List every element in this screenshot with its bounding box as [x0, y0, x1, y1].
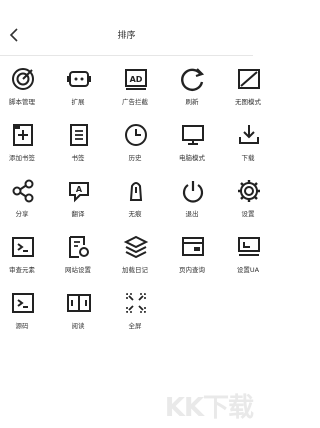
- incognito-icon: [123, 178, 149, 204]
- refresh-icon: [180, 66, 206, 92]
- inspect-element-icon: [10, 234, 36, 260]
- menu-item-label: 无痕: [128, 210, 142, 218]
- bookmark-icon: [66, 122, 92, 148]
- menu-item-label: 广告拦截: [122, 98, 148, 106]
- menu-item-label: 历史: [128, 154, 142, 162]
- menu-item-load-log[interactable]: 加载日记: [113, 234, 157, 278]
- menu-item-label: 审查元素: [9, 266, 35, 274]
- menu-item-site-settings[interactable]: 网站设置: [56, 234, 100, 278]
- menu-item-label: 无图模式: [235, 98, 261, 106]
- menu-item-label: 电脑模式: [179, 154, 205, 162]
- menu-item-no-image[interactable]: 无图模式: [226, 66, 270, 110]
- menu-item-label: 翻译: [71, 210, 85, 218]
- ad-block-icon: AD: [123, 66, 149, 92]
- site-settings-icon: [66, 234, 92, 260]
- menu-item-label: 刷新: [185, 98, 199, 106]
- menu-item-download[interactable]: 下载: [226, 122, 270, 166]
- menu-item-inspect-element[interactable]: 审查元素: [0, 234, 44, 278]
- page-title: 排序: [117, 31, 136, 41]
- menu-item-label: 全屏: [128, 322, 142, 330]
- menu-item-ad-block[interactable]: AD 广告拦截: [113, 66, 157, 110]
- menu-item-add-bookmark[interactable]: 添加书签: [0, 122, 44, 166]
- menu-item-label: 退出: [185, 210, 199, 218]
- menu-item-bookmarks[interactable]: 书签: [56, 122, 100, 166]
- find-in-page-icon: [180, 234, 206, 260]
- svg-text:AD: AD: [130, 75, 143, 84]
- menu-item-desktop-mode[interactable]: 电脑模式: [170, 122, 214, 166]
- menu-item-label: 添加书签: [9, 154, 35, 162]
- load-log-icon: [123, 234, 149, 260]
- reader-mode-icon: [66, 290, 92, 316]
- menu-item-label: 设置: [241, 210, 255, 218]
- menu-item-label: 设置UA: [236, 266, 260, 274]
- user-agent-icon: [236, 234, 262, 260]
- menu-item-exit[interactable]: 退出: [170, 178, 214, 222]
- menu-item-label: 页内查询: [179, 266, 205, 274]
- header-divider: [0, 55, 253, 56]
- menu-item-reader-mode[interactable]: 阅读: [56, 290, 100, 334]
- header-bar: 排序: [0, 0, 253, 56]
- watermark-logo: KK下载: [164, 393, 254, 423]
- power-icon: [180, 178, 206, 204]
- menu-item-fullscreen[interactable]: 全屏: [113, 290, 157, 334]
- share-icon: [10, 178, 36, 204]
- menu-item-label: 脚本管理: [9, 98, 35, 106]
- extension-icon: [66, 66, 92, 92]
- menu-item-translate[interactable]: A 翻译: [56, 178, 100, 222]
- menu-item-label: 网站设置: [65, 266, 91, 274]
- menu-item-label: 下载: [241, 154, 255, 162]
- menu-item-label: 源码: [15, 322, 29, 330]
- menu-item-find-in-page[interactable]: 页内查询: [170, 234, 214, 278]
- menu-item-incognito[interactable]: 无痕: [113, 178, 157, 222]
- menu-item-refresh[interactable]: 刷新: [170, 66, 214, 110]
- add-bookmark-icon: [10, 122, 36, 148]
- menu-item-label: 阅读: [71, 322, 85, 330]
- settings-icon: [236, 178, 262, 204]
- menu-item-label: 扩展: [71, 98, 85, 106]
- menu-item-label: 加载日记: [122, 266, 148, 274]
- svg-text:A: A: [76, 185, 83, 194]
- menu-item-history[interactable]: 历史: [113, 122, 157, 166]
- menu-item-label: 书签: [71, 154, 85, 162]
- translate-icon: A: [66, 178, 92, 204]
- menu-item-label: 分享: [15, 210, 29, 218]
- desktop-mode-icon: [180, 122, 206, 148]
- menu-item-user-agent[interactable]: 设置UA: [226, 234, 270, 278]
- no-image-icon: [236, 66, 262, 92]
- menu-item-extension[interactable]: 扩展: [56, 66, 100, 110]
- script-target-icon: [10, 66, 36, 92]
- history-icon: [123, 122, 149, 148]
- download-icon: [236, 122, 262, 148]
- menu-item-share[interactable]: 分享: [0, 178, 44, 222]
- menu-item-settings[interactable]: 设置: [226, 178, 270, 222]
- menu-item-source-code[interactable]: 源码: [0, 290, 44, 334]
- menu-item-script-manager[interactable]: 脚本管理: [0, 66, 44, 110]
- source-code-icon: [10, 290, 36, 316]
- fullscreen-icon: [123, 290, 149, 316]
